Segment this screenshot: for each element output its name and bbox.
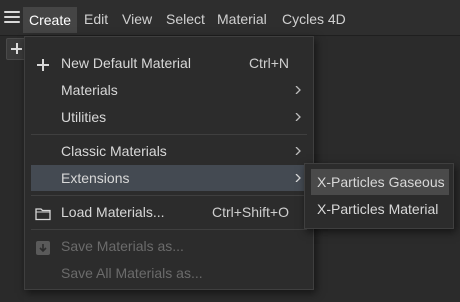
menu-item-extensions[interactable]: Extensions <box>31 165 307 191</box>
create-dropdown-menu: New Default Material Ctrl+N Materials Ut… <box>24 36 314 290</box>
x-particles-gaseous-label: X-Particles Gaseous <box>317 174 445 190</box>
hamburger-menu-icon[interactable] <box>4 11 20 25</box>
menu-item-load-materials[interactable]: Load Materials... Ctrl+Shift+O <box>25 199 313 225</box>
menu-edit[interactable]: Edit <box>84 8 108 30</box>
chevron-right-icon <box>295 147 301 155</box>
load-materials-shortcut: Ctrl+Shift+O <box>211 204 289 220</box>
menubar: Create Edit View Select Material Cycles … <box>0 0 460 36</box>
menu-separator <box>31 229 307 230</box>
tool-strip <box>0 36 24 302</box>
menu-separator <box>31 195 307 196</box>
extensions-submenu: X-Particles Gaseous X-Particles Material <box>304 163 454 229</box>
save-all-materials-as-label: Save All Materials as... <box>61 265 203 281</box>
chevron-right-icon <box>295 174 301 182</box>
chevron-right-icon <box>295 113 301 121</box>
menu-item-save-materials-as: Save Materials as... <box>25 233 313 259</box>
save-icon <box>35 238 51 255</box>
menu-item-new-default-material[interactable]: New Default Material Ctrl+N <box>25 50 313 76</box>
menu-view[interactable]: View <box>122 8 152 30</box>
chevron-right-icon <box>295 86 301 94</box>
material-manager: Create Edit View Select Material Cycles … <box>0 0 460 302</box>
menu-cycles-4d[interactable]: Cycles 4D <box>282 8 346 30</box>
extensions-label: Extensions <box>61 170 130 186</box>
menu-create[interactable]: Create <box>23 7 78 33</box>
add-material-button[interactable] <box>6 38 26 60</box>
submenu-item-x-particles-material[interactable]: X-Particles Material <box>311 196 449 222</box>
submenu-item-x-particles-gaseous[interactable]: X-Particles Gaseous <box>311 169 449 195</box>
menu-item-classic-materials[interactable]: Classic Materials <box>25 138 313 164</box>
menu-material[interactable]: Material <box>217 8 267 30</box>
new-default-material-label: New Default Material <box>61 55 191 71</box>
load-materials-label: Load Materials... <box>61 204 165 220</box>
x-particles-material-label: X-Particles Material <box>317 201 439 217</box>
materials-label: Materials <box>61 82 118 98</box>
menu-item-save-all-materials-as: Save All Materials as... <box>25 260 313 286</box>
save-materials-as-label: Save Materials as... <box>61 238 184 254</box>
utilities-label: Utilities <box>61 109 107 125</box>
menu-item-utilities[interactable]: Utilities <box>25 104 313 130</box>
menu-item-materials[interactable]: Materials <box>25 77 313 103</box>
new-default-material-shortcut: Ctrl+N <box>248 55 289 71</box>
folder-icon <box>35 204 51 221</box>
plus-icon <box>35 55 51 71</box>
classic-materials-label: Classic Materials <box>61 143 167 159</box>
menu-separator <box>31 134 307 135</box>
menu-select[interactable]: Select <box>166 8 205 30</box>
